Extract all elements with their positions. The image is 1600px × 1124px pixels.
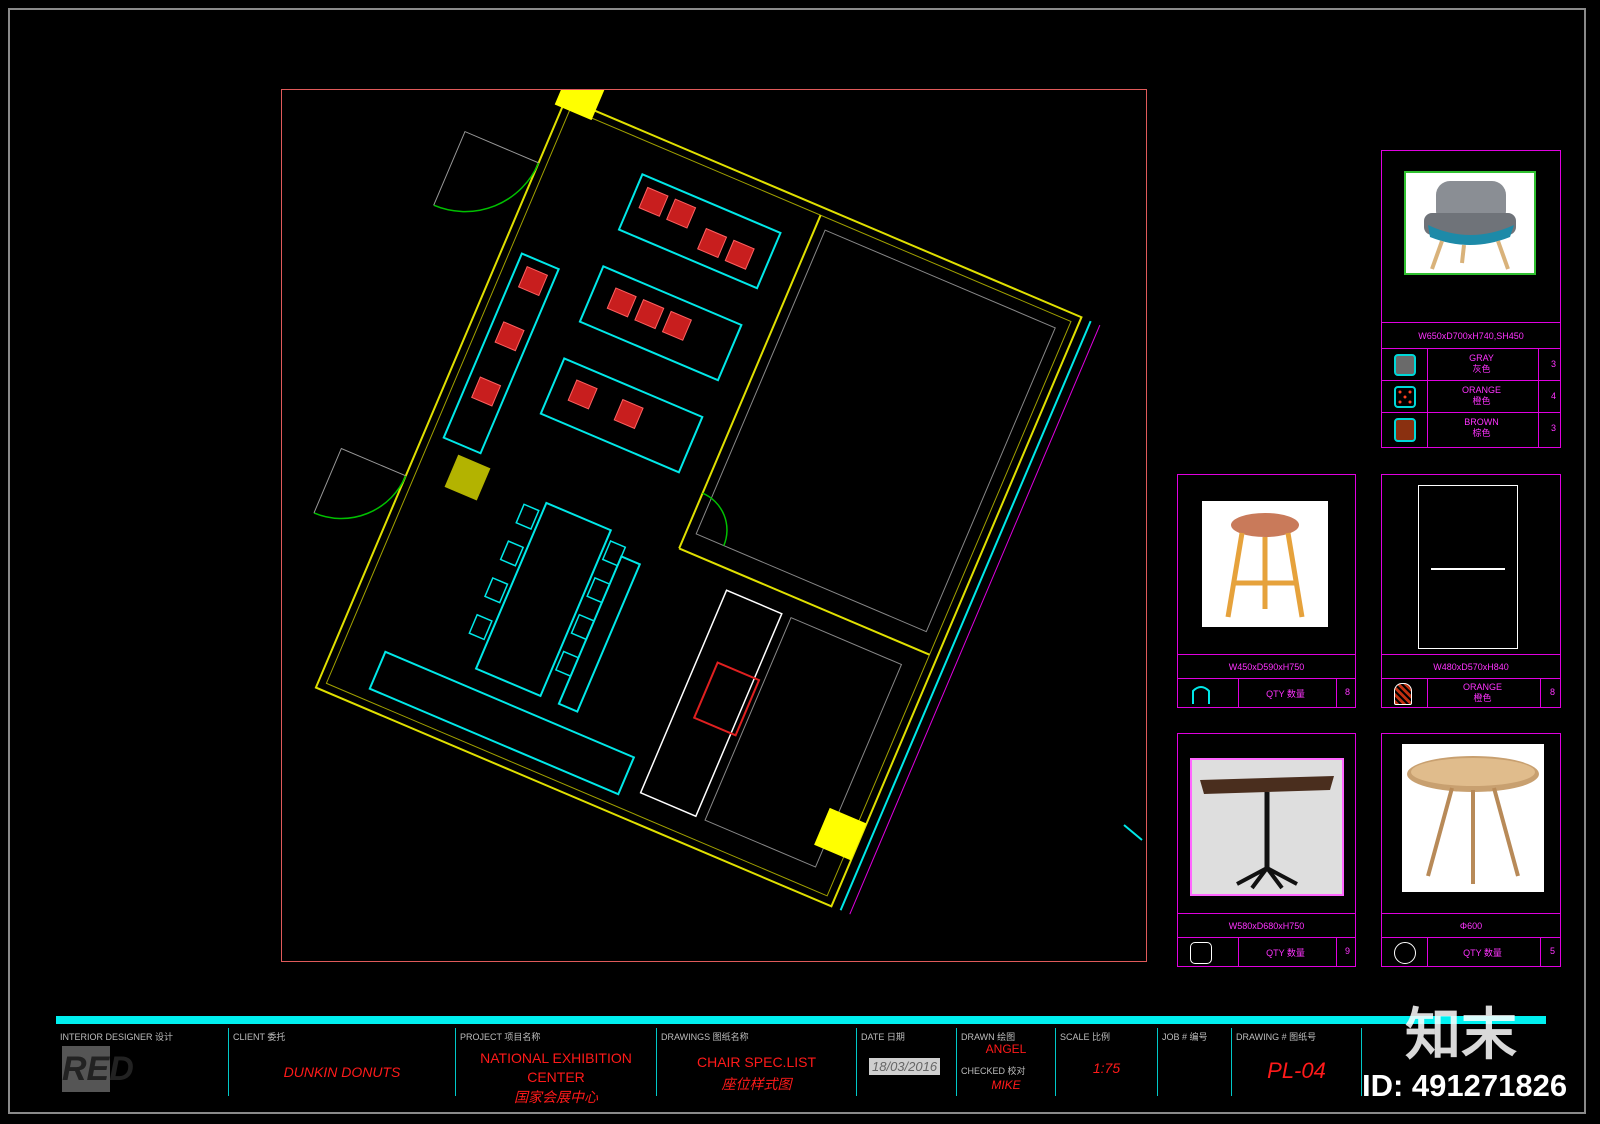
lounge-chair-photo: [1404, 171, 1536, 275]
floor-plan-viewport[interactable]: [281, 67, 1147, 962]
option-color-cn: 橙色: [1472, 396, 1491, 406]
checked-by: MIKE: [991, 1078, 1021, 1092]
column: [554, 67, 608, 121]
option-qty: 4: [1550, 391, 1556, 401]
bench-elevation: [1418, 485, 1518, 649]
project-name-line2: CENTER: [527, 1069, 585, 1085]
spec-card-square-table: W580xD680xH750 QTY 数量 9: [1177, 733, 1356, 967]
qty-label: QTY 数量: [1463, 948, 1502, 958]
spec-card-bench: W480xD570xH840 ORANGE 橙色 8: [1381, 474, 1561, 708]
option-row-orange: ORANGE 橙色 4: [1382, 380, 1560, 413]
drawing-title: CHAIR SPEC.LIST: [696, 1054, 817, 1070]
option-row-gray: GRAY 灰色 3: [1382, 348, 1560, 381]
option-color: ORANGE: [1461, 385, 1501, 395]
date-value: 18/03/2016: [869, 1058, 941, 1075]
project-label: PROJECT 项目名称: [460, 1032, 541, 1042]
option-color: GRAY: [1469, 353, 1494, 363]
qty-label: QTY 数量: [1266, 689, 1305, 699]
orange-fabric-swatch-icon: [1394, 386, 1416, 408]
square-table-qty-row: QTY 数量 9: [1178, 937, 1355, 966]
brown-fabric-swatch-icon: [1394, 418, 1416, 442]
project-name-line1: NATIONAL EXHIBITION: [480, 1050, 632, 1066]
bench-option-row: ORANGE 橙色 8: [1382, 678, 1560, 707]
qty-value: 9: [1344, 946, 1350, 956]
designer-label: INTERIOR DESIGNER 设计: [60, 1032, 174, 1042]
drawn-by: ANGEL: [985, 1042, 1027, 1056]
title-cell-drawing-number: DRAWING # 图纸号 PL-04: [1232, 1028, 1362, 1096]
option-qty: 3: [1550, 359, 1556, 369]
watermark-brand: 知末: [1405, 1003, 1517, 1066]
title-cell-designer: INTERIOR DESIGNER 设计 RED: [56, 1028, 229, 1096]
round-table-dims: Φ600: [1382, 913, 1560, 938]
title-cell-client: CLIENT 委托 DUNKIN DONUTS: [229, 1028, 456, 1096]
date-label: DATE 日期: [861, 1032, 905, 1042]
bench-color: ORANGE: [1462, 682, 1502, 692]
bench-dims: W480xD570xH840: [1382, 654, 1560, 679]
title-cell-project: PROJECT 项目名称 NATIONAL EXHIBITION CENTER …: [456, 1028, 657, 1105]
designer-logo: RED: [62, 1046, 134, 1092]
qty-value: 8: [1344, 687, 1350, 697]
lounge-chair-dims: W650xD700xH740,SH450: [1382, 322, 1560, 349]
square-table-outline-icon: [1190, 942, 1212, 964]
title-cell-scale: SCALE 比例 1:75: [1056, 1028, 1158, 1096]
title-block-bar: [56, 1016, 1546, 1024]
bar-stool-qty-row: QTY 数量 8: [1178, 678, 1355, 707]
round-table-outline-icon: [1394, 942, 1416, 964]
drawing-number-label: DRAWING # 图纸号: [1236, 1032, 1317, 1042]
title-cell-drawings: DRAWINGS 图纸名称 CHAIR SPEC.LIST 座位样式图: [657, 1028, 857, 1096]
project-name-cn: 国家会展中心: [514, 1089, 598, 1105]
drawings-label: DRAWINGS 图纸名称: [661, 1032, 749, 1042]
option-color: BROWN: [1464, 417, 1499, 427]
title-cell-drawn: DRAWN 绘图 ANGEL CHECKED 校对 MIKE: [957, 1028, 1056, 1096]
round-table-photo: [1402, 744, 1544, 892]
checked-label: CHECKED 校对: [961, 1066, 1026, 1076]
kitchen-area: [695, 229, 1056, 633]
scale-label: SCALE 比例: [1060, 1032, 1111, 1042]
drawing-title-cn: 座位样式图: [721, 1076, 792, 1092]
service-counter: [639, 589, 783, 818]
spec-card-round-table: Φ600 QTY 数量 5: [1381, 733, 1561, 967]
stool-outline-icon: [1192, 686, 1210, 704]
scale-value: 1:75: [1092, 1060, 1121, 1076]
floor-plan: [313, 67, 1143, 915]
option-qty: 3: [1550, 423, 1556, 433]
bench-color-cn: 橙色: [1473, 693, 1492, 703]
drawing-number: PL-04: [1267, 1058, 1326, 1083]
title-cell-date: DATE 日期 18/03/2016: [857, 1028, 957, 1096]
qty-value: 5: [1549, 946, 1555, 956]
round-table-qty-row: QTY 数量 5: [1382, 937, 1560, 966]
cash-register: [692, 661, 761, 737]
option-color-cn: 灰色: [1472, 364, 1491, 374]
square-table-dims: W580xD680xH750: [1178, 913, 1355, 938]
gray-fabric-swatch-icon: [1394, 354, 1416, 376]
spec-card-bar-stool: W450xD590xH750 QTY 数量 8: [1177, 474, 1356, 708]
bar-stool-dims: W450xD590xH750: [1178, 654, 1355, 679]
qty-value: 8: [1549, 687, 1555, 697]
title-cell-job: JOB # 编号: [1158, 1028, 1232, 1096]
qty-label: QTY 数量: [1266, 948, 1305, 958]
client-name: DUNKIN DONUTS: [283, 1064, 401, 1080]
option-color-cn: 棕色: [1472, 428, 1491, 438]
orange-bench-swatch-icon: [1394, 683, 1412, 705]
watermark-id: ID: 491271826: [1362, 1068, 1568, 1103]
square-table-photo: [1190, 758, 1344, 896]
option-row-brown: BROWN 棕色 3: [1382, 412, 1560, 448]
client-label: CLIENT 委托: [233, 1032, 286, 1042]
spec-card-lounge-chair: W650xD700xH740,SH450 GRAY 灰色 3 ORANGE 橙色 4…: [1381, 150, 1561, 448]
bar-stool-photo: [1202, 501, 1328, 627]
job-label: JOB # 编号: [1162, 1032, 1208, 1042]
